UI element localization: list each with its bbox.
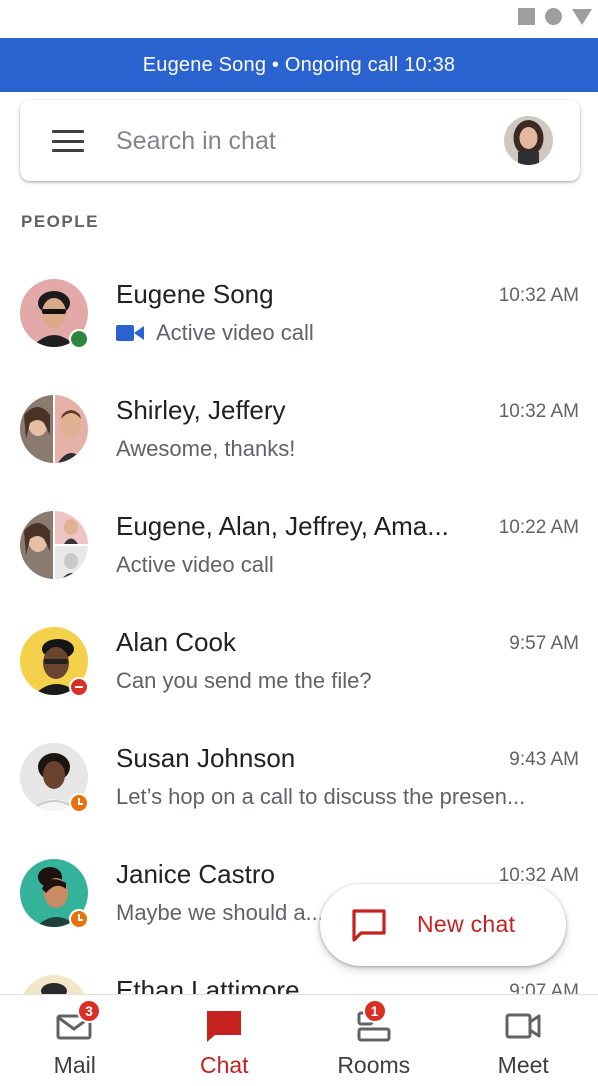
chat-preview: Awesome, thanks! <box>116 436 295 462</box>
account-avatar[interactable] <box>504 116 553 165</box>
chat-name: Eugene, Alan, Jeffrey, Ama... <box>116 511 449 541</box>
do-not-disturb-badge <box>69 677 89 697</box>
chat-icon <box>207 1011 242 1042</box>
chat-preview-text: Active video call <box>156 320 314 345</box>
video-camera-icon <box>505 1013 541 1039</box>
chat-preview-text: Maybe we should a... <box>116 900 324 925</box>
chat-preview: Maybe we should a... <box>116 900 324 926</box>
chat-row-group-eugene-alan[interactable]: Eugene, Alan, Jeffrey, Ama... 10:22 AM A… <box>0 496 598 612</box>
system-status-icons <box>518 8 592 25</box>
chat-preview: Let’s hop on a call to discuss the prese… <box>116 784 525 810</box>
chat-name: Eugene Song <box>116 279 274 309</box>
chat-preview: Active video call <box>116 552 274 578</box>
online-status-badge <box>69 329 89 349</box>
chat-row-eugene-song[interactable]: Eugene Song 10:32 AM Active video call <box>0 264 598 380</box>
hamburger-menu-icon[interactable] <box>52 130 84 152</box>
new-chat-label: New chat <box>417 911 516 937</box>
nav-tab-rooms[interactable]: 1 Rooms <box>299 995 449 1086</box>
nav-tab-chat[interactable]: Chat <box>150 995 300 1086</box>
chat-time: 9:57 AM <box>509 633 579 654</box>
chat-preview-text: Active video call <box>116 552 274 577</box>
search-input[interactable] <box>116 122 476 160</box>
status-bar <box>0 0 598 38</box>
avatar <box>20 975 88 994</box>
chat-row-susan-johnson[interactable]: Susan Johnson 9:43 AM Let’s hop on a cal… <box>0 728 598 844</box>
chat-preview: Can you send me the file? <box>116 668 372 694</box>
ongoing-call-banner[interactable]: Eugene Song • Ongoing call 10:38 <box>0 38 598 92</box>
chat-preview-text: Can you send me the file? <box>116 668 372 693</box>
people-section-header: PEOPLE <box>21 212 99 231</box>
group-avatar <box>20 511 88 579</box>
rooms-unread-badge: 1 <box>362 999 387 1023</box>
call-banner-text: Eugene Song • Ongoing call 10:38 <box>142 53 456 76</box>
triangle-icon <box>572 8 592 25</box>
chat-preview-text: Let’s hop on a call to discuss the prese… <box>116 784 526 809</box>
circle-icon <box>545 8 562 25</box>
chat-time: 10:32 AM <box>498 285 579 306</box>
chat-time: 10:22 AM <box>498 517 579 538</box>
new-chat-button[interactable]: New chat <box>320 884 566 966</box>
mail-unread-badge: 3 <box>77 999 101 1023</box>
away-status-badge <box>69 793 89 813</box>
video-call-icon <box>116 325 144 341</box>
group-avatar <box>20 395 88 463</box>
nav-label: Meet <box>497 1052 549 1078</box>
chat-name: Janice Castro <box>116 859 275 889</box>
chat-preview-text: Awesome, thanks! <box>116 436 296 461</box>
square-icon <box>518 8 535 25</box>
chat-time: 9:43 AM <box>509 749 579 770</box>
away-status-badge <box>69 909 89 929</box>
search-bar <box>20 100 580 181</box>
chat-time: 9:07 AM <box>509 981 579 994</box>
chat-bubble-icon <box>352 909 386 942</box>
chat-name: Susan Johnson <box>116 743 296 773</box>
chat-row-shirley-jeffery[interactable]: Shirley, Jeffery 10:32 AM Awesome, thank… <box>0 380 598 496</box>
nav-tab-meet[interactable]: Meet <box>449 995 598 1086</box>
chat-name: Alan Cook <box>116 627 236 657</box>
nav-tab-mail[interactable]: 3 Mail <box>0 995 150 1086</box>
chat-name: Ethan Lattimore <box>116 975 300 994</box>
chat-row-alan-cook[interactable]: Alan Cook 9:57 AM Can you send me the fi… <box>0 612 598 728</box>
nav-label: Chat <box>199 1052 249 1078</box>
chat-name: Shirley, Jeffery <box>116 395 286 425</box>
chat-time: 10:32 AM <box>498 401 579 422</box>
nav-label: Mail <box>53 1052 96 1078</box>
bottom-navigation: 3 Mail Chat 1 Rooms Meet <box>0 994 598 1086</box>
nav-label: Rooms <box>337 1052 411 1078</box>
chat-preview: Active video call <box>116 320 314 346</box>
